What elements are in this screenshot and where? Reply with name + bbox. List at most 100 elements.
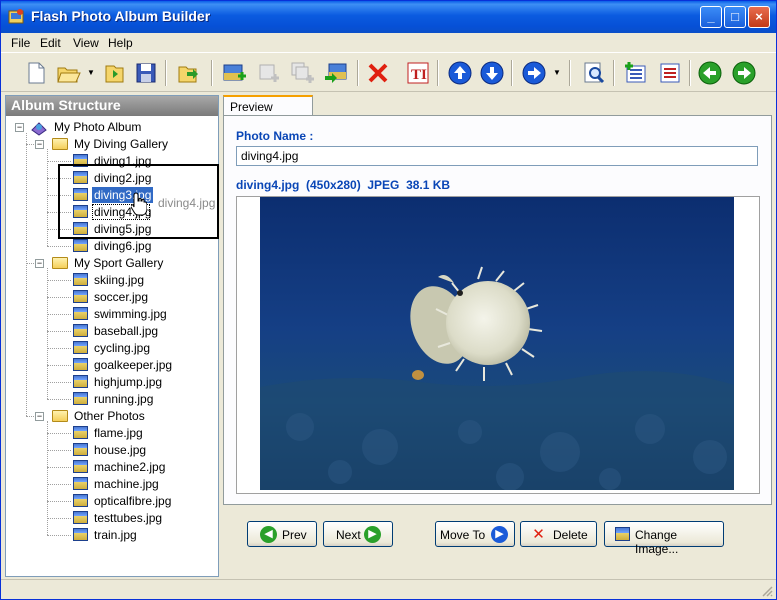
- photo-name-input[interactable]: diving4.jpg: [236, 146, 758, 166]
- tree-photo-node[interactable]: running.jpg: [6, 391, 216, 408]
- preview-icon[interactable]: [581, 60, 607, 86]
- image-file-icon: [73, 290, 88, 303]
- image-file-icon: [73, 307, 88, 320]
- hand-cursor-icon: [131, 192, 147, 216]
- text-icon[interactable]: TI: [405, 60, 431, 86]
- close-button[interactable]: ×: [748, 6, 770, 28]
- back-icon[interactable]: [697, 60, 723, 86]
- tree-photo-node[interactable]: house.jpg: [6, 442, 216, 459]
- maximize-button[interactable]: □: [724, 6, 746, 28]
- photo-label: house.jpg: [94, 443, 147, 457]
- tree-photo-node[interactable]: soccer.jpg: [6, 289, 216, 306]
- image-file-icon: [73, 392, 88, 405]
- image-file-icon: [73, 239, 88, 252]
- goto-dropdown-icon[interactable]: ▼: [553, 68, 561, 77]
- open-dropdown-icon[interactable]: ▼: [87, 68, 95, 77]
- photo-info: diving4.jpg (450x280) JPEG 38.1 KB: [236, 178, 451, 192]
- title-bar[interactable]: Flash Photo Album Builder _ □ ×: [1, 1, 776, 33]
- photo-label: goalkeeper.jpg: [94, 358, 173, 372]
- settings-icon[interactable]: [657, 60, 683, 86]
- delete-icon[interactable]: [365, 60, 391, 86]
- tree-photo-node[interactable]: train.jpg: [6, 527, 216, 544]
- change-image-button[interactable]: Change Image...: [604, 521, 724, 556]
- recent-icon[interactable]: [101, 60, 127, 86]
- next-button[interactable]: Next ▶: [323, 521, 393, 547]
- toolbar-separator: [511, 60, 513, 86]
- tree-line: [47, 268, 48, 399]
- tree-photo-node[interactable]: testtubes.jpg: [6, 510, 216, 527]
- toolbar-separator: [569, 60, 571, 86]
- tab-preview-photo[interactable]: Preview Photo: [223, 95, 313, 128]
- image-file-icon: [73, 324, 88, 337]
- delete-button[interactable]: ✕ Delete: [520, 521, 597, 547]
- drag-ghost-label: diving4.jpg: [158, 196, 216, 210]
- tree-photo-node[interactable]: flame.jpg: [6, 425, 216, 442]
- export-icon[interactable]: [175, 60, 201, 86]
- tree-photo-node[interactable]: swimming.jpg: [6, 306, 216, 323]
- tree-line: [47, 246, 71, 247]
- tree-gallery-node[interactable]: − My Diving Gallery: [6, 136, 216, 153]
- tree-line: [47, 280, 71, 281]
- photo-label: swimming.jpg: [94, 307, 167, 321]
- tree-line: [47, 421, 48, 535]
- arrow-left-icon: ◀: [260, 526, 277, 543]
- collapse-icon[interactable]: −: [35, 412, 44, 421]
- image-file-icon: [73, 511, 88, 524]
- tree-gallery-node[interactable]: − Other Photos: [6, 408, 216, 425]
- delete-icon: ✕: [532, 526, 545, 543]
- tree-photo-node[interactable]: skiing.jpg: [6, 272, 216, 289]
- resize-grip-icon[interactable]: [761, 585, 773, 597]
- folder-open-icon: [52, 257, 68, 269]
- menu-help[interactable]: Help: [108, 36, 133, 50]
- collapse-icon[interactable]: −: [35, 140, 44, 149]
- toolbar-separator: [689, 60, 691, 86]
- goto-icon[interactable]: [521, 60, 547, 86]
- folder-open-icon: [52, 410, 68, 422]
- minimize-button[interactable]: _: [700, 6, 722, 28]
- preview-tab-body: Photo Name : diving4.jpg diving4.jpg (45…: [223, 115, 772, 505]
- photo-label: train.jpg: [94, 528, 137, 542]
- prev-button[interactable]: ◀ Prev: [247, 521, 317, 547]
- import-icon[interactable]: [323, 60, 349, 86]
- tree-photo-node[interactable]: goalkeeper.jpg: [6, 357, 216, 374]
- add-folder-icon[interactable]: [221, 60, 247, 86]
- image-file-icon: [73, 375, 88, 388]
- tree-photo-node[interactable]: opticalfibre.jpg: [6, 493, 216, 510]
- gallery-label: My Diving Gallery: [74, 137, 169, 151]
- menu-file[interactable]: File: [11, 36, 30, 50]
- move-up-icon[interactable]: [447, 60, 473, 86]
- menu-bar: File Edit View Help: [1, 33, 776, 53]
- photo-label: skiing.jpg: [94, 273, 145, 287]
- add-photos-icon[interactable]: [289, 60, 315, 86]
- tree-photo-node[interactable]: diving6.jpg: [6, 238, 216, 255]
- photo-preview-image: [260, 197, 734, 490]
- tree-gallery-node[interactable]: − My Sport Gallery: [6, 255, 216, 272]
- new-icon[interactable]: [23, 60, 49, 86]
- tree-photo-node[interactable]: machine2.jpg: [6, 459, 216, 476]
- open-icon[interactable]: [55, 60, 81, 86]
- tree-photo-node[interactable]: cycling.jpg: [6, 340, 216, 357]
- menu-edit[interactable]: Edit: [40, 36, 61, 50]
- tree-photo-node[interactable]: baseball.jpg: [6, 323, 216, 340]
- tree-line: [47, 501, 71, 502]
- tree-photo-node[interactable]: highjump.jpg: [6, 374, 216, 391]
- tree-line: [47, 331, 71, 332]
- photo-label: soccer.jpg: [94, 290, 149, 304]
- properties-icon[interactable]: [623, 60, 649, 86]
- image-file-icon: [73, 477, 88, 490]
- collapse-icon[interactable]: −: [15, 123, 24, 132]
- toolbar-separator: [613, 60, 615, 86]
- tree-root-node[interactable]: − My Photo Album: [6, 119, 216, 136]
- toolbar-separator: [357, 60, 359, 86]
- photo-label: opticalfibre.jpg: [94, 494, 172, 508]
- collapse-icon[interactable]: −: [35, 259, 44, 268]
- tree-photo-node[interactable]: machine.jpg: [6, 476, 216, 493]
- add-photo-icon[interactable]: [255, 60, 281, 86]
- save-icon[interactable]: [133, 60, 159, 86]
- menu-view[interactable]: View: [73, 36, 99, 50]
- image-file-icon: [73, 443, 88, 456]
- move-to-button[interactable]: Move To ▶: [435, 521, 515, 547]
- forward-icon[interactable]: [731, 60, 757, 86]
- move-down-icon[interactable]: [479, 60, 505, 86]
- tree-line: [26, 133, 27, 416]
